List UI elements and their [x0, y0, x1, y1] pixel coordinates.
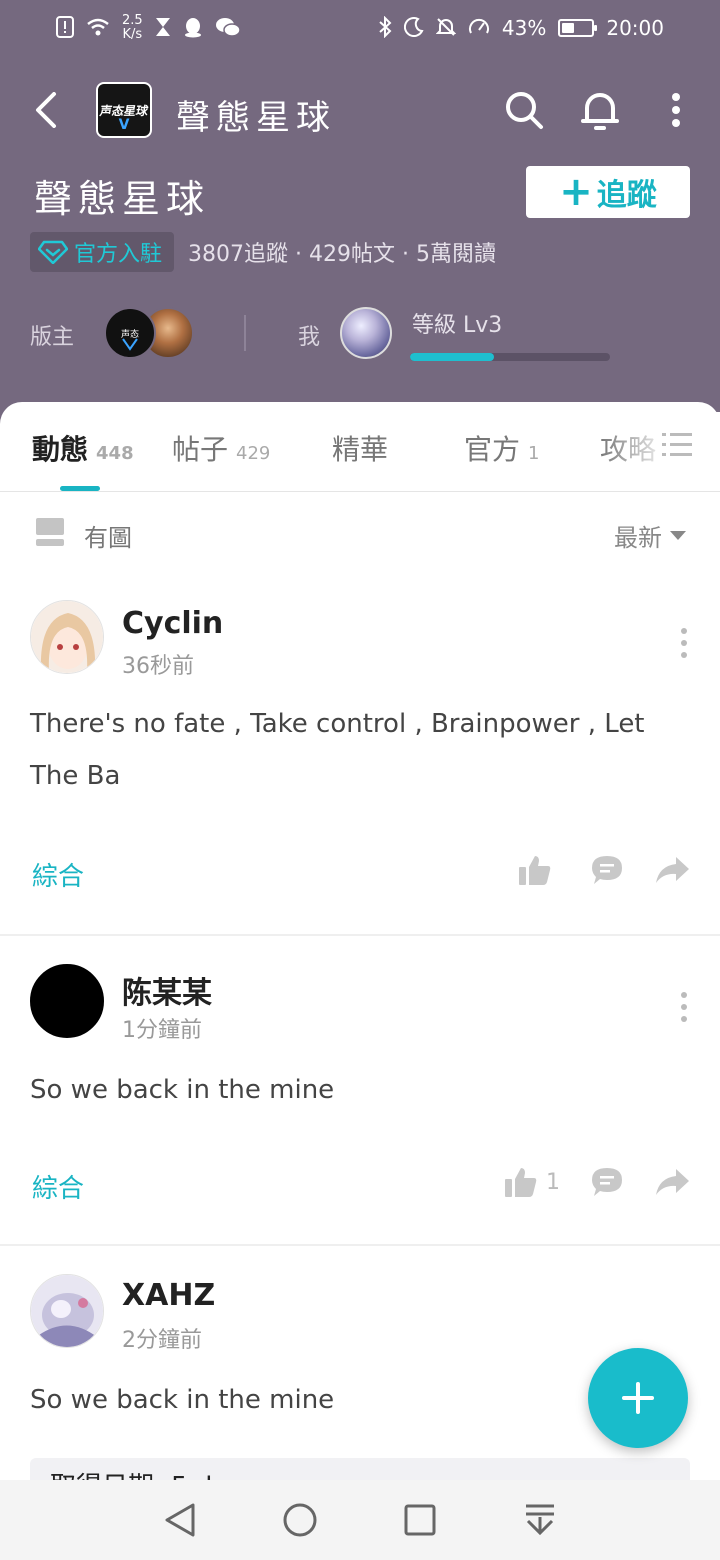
square-recents-icon [404, 1504, 436, 1536]
share-button[interactable] [654, 855, 690, 885]
like-button[interactable] [518, 854, 560, 886]
bluetooth-icon [378, 15, 392, 41]
moderators-row: 版主 声态 我 等級 Lv3 [30, 305, 670, 365]
chevron-down-icon [670, 531, 686, 540]
username[interactable]: 陈某某 [122, 968, 212, 1012]
image-icon [36, 518, 64, 546]
username[interactable]: XAHZ [122, 1278, 215, 1313]
level-label: 等級 Lv3 [412, 313, 503, 338]
post-time: 2分鐘前 [122, 1328, 202, 1353]
nav-home-button[interactable] [272, 1492, 328, 1548]
wifi-icon [86, 17, 110, 40]
search-button[interactable] [504, 88, 544, 132]
svg-text:声态: 声态 [121, 328, 139, 340]
like-count: 1 [546, 1169, 560, 1195]
diamond-icon [38, 240, 68, 264]
qq-icon [183, 16, 203, 41]
like-button[interactable]: 1 [504, 1166, 560, 1198]
battery-icon [558, 19, 598, 37]
list-item[interactable]: 陈某某 1分鐘前 So we back in the mine 綜合 1 [0, 964, 720, 1244]
filter-row: 有圖 最新 [0, 512, 720, 556]
post-time: 36秒前 [122, 654, 194, 679]
post-more-button[interactable] [678, 992, 690, 1022]
tab-dynamics[interactable]: 動態 448 [32, 428, 134, 468]
clock: 20:00 [606, 16, 664, 40]
plus-icon: + [559, 169, 593, 215]
speedometer-icon [468, 17, 490, 40]
moon-icon [403, 16, 424, 40]
tab-official[interactable]: 官方 1 [464, 428, 539, 468]
share-icon [656, 1169, 689, 1195]
more-vertical-icon [672, 93, 680, 127]
more-options-button[interactable] [656, 88, 696, 132]
comment-button[interactable] [590, 854, 624, 886]
avatar[interactable] [340, 307, 392, 359]
nav-back-button[interactable] [152, 1492, 208, 1548]
wechat-icon [215, 17, 241, 40]
divider [0, 1244, 720, 1246]
network-speed: 2.5 K/s [122, 13, 143, 42]
alert-icon [56, 15, 74, 41]
community-stats: 3807追蹤 · 429帖文 · 5萬閱讀 [188, 242, 496, 267]
community-logo[interactable]: 声态星球 V [96, 82, 152, 138]
system-nav-bar [0, 1480, 720, 1560]
avatar[interactable] [30, 1274, 104, 1348]
tab-menu-button[interactable] [662, 432, 692, 458]
notifications-button[interactable] [580, 88, 620, 132]
post-content[interactable]: There's no fate , Take control , Brainpo… [30, 698, 690, 802]
community-name: 聲態星球 [34, 177, 211, 221]
status-bar: 2.5 K/s 43% 20:00 [0, 0, 720, 56]
mute-icon [435, 17, 457, 40]
post-more-button[interactable] [678, 628, 690, 658]
hourglass-icon [155, 17, 171, 40]
bell-icon [581, 93, 619, 130]
comment-icon [592, 856, 622, 884]
share-button[interactable] [654, 1167, 690, 1197]
nav-recents-button[interactable] [392, 1492, 448, 1548]
community-header: 2.5 K/s 43% 20:00 声态星球 V 聲態星球 聲態星球 + 追蹤 … [0, 0, 720, 430]
post-time: 1分鐘前 [122, 1018, 202, 1043]
divider [0, 934, 720, 936]
nav-notification-shade-button[interactable] [512, 1492, 568, 1548]
list-item[interactable]: Cyclin 36秒前 There's no fate , Take contr… [0, 600, 720, 934]
avatar[interactable] [30, 964, 104, 1038]
comment-icon [592, 1168, 622, 1196]
avatar[interactable] [30, 600, 104, 674]
divider [244, 315, 246, 351]
battery-percent: 43% [501, 16, 547, 40]
avatar[interactable]: 声态 [104, 307, 156, 359]
username[interactable]: Cyclin [122, 606, 223, 641]
comment-button[interactable] [590, 1166, 624, 1198]
page-title: 聲態星球 [176, 98, 336, 138]
post-tag[interactable]: 綜合 [32, 856, 84, 893]
follow-button[interactable]: + 追蹤 [526, 166, 690, 218]
sort-dropdown[interactable]: 最新 [614, 518, 686, 553]
pull-down-icon [526, 1504, 554, 1536]
image-filter-label[interactable]: 有圖 [84, 518, 132, 553]
me-label: 我 [298, 325, 321, 350]
tab-featured[interactable]: 精華 [332, 428, 388, 468]
create-post-button[interactable] [588, 1348, 688, 1448]
active-tab-indicator [60, 486, 100, 491]
level-progress-fill [410, 353, 494, 361]
tab-bar: 動態448 帖子429 精華 官方1 攻略 [0, 402, 720, 492]
thumbs-up-icon [519, 856, 551, 885]
circle-home-icon [283, 1503, 317, 1537]
post-tag[interactable]: 綜合 [32, 1168, 84, 1205]
official-badge[interactable]: 官方入駐 [30, 232, 175, 272]
share-icon [656, 857, 689, 883]
back-button[interactable] [26, 88, 66, 132]
image-filter-toggle[interactable] [36, 518, 64, 546]
level-progress-bar [410, 353, 610, 361]
plus-icon [622, 1382, 654, 1414]
thumbs-up-icon [505, 1168, 537, 1197]
moderators-label: 版主 [30, 325, 75, 350]
triangle-back-icon [165, 1503, 195, 1537]
search-icon [506, 92, 543, 129]
post-content[interactable]: So we back in the mine [30, 1064, 690, 1116]
tab-posts[interactable]: 帖子 429 [172, 428, 270, 468]
top-app-bar: 声态星球 V 聲態星球 [0, 70, 720, 150]
chevron-left-icon [36, 92, 56, 128]
list-icon [662, 433, 692, 456]
